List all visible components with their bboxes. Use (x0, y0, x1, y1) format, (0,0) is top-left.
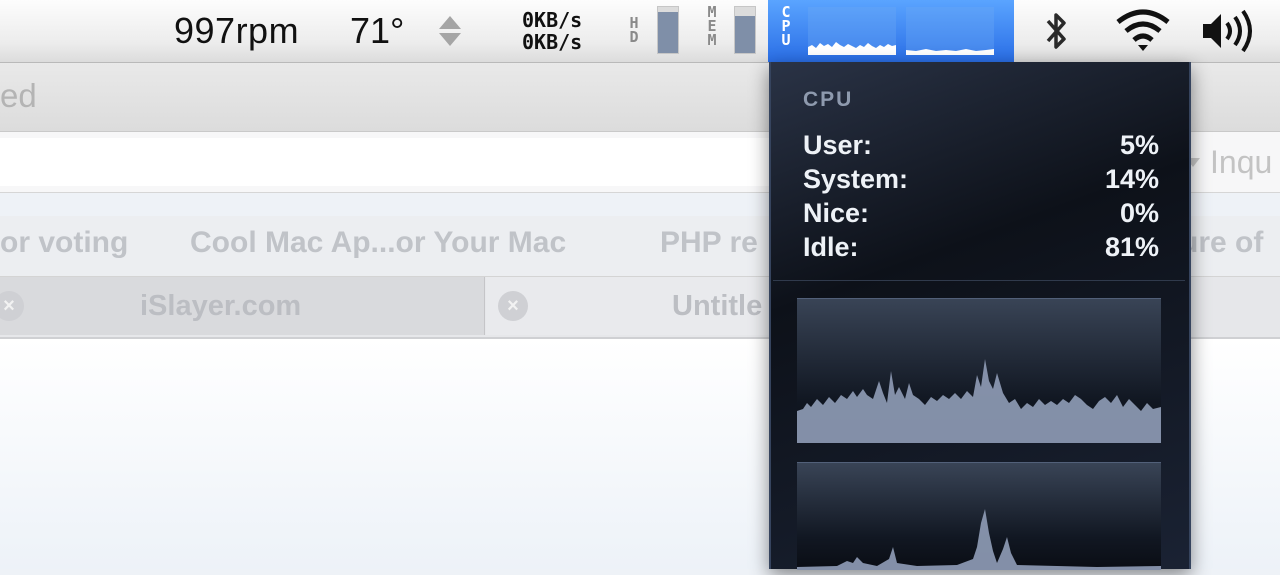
cpu-stat-system: System: 14% (803, 164, 1159, 198)
tab-title: iSlayer.com (140, 289, 302, 322)
cpu-core1-mini-graph (808, 7, 896, 55)
stat-label: System: (803, 164, 909, 194)
cpu-label: C P U (781, 3, 791, 49)
stat-label: User: (803, 130, 873, 160)
menu-bar: 997rpm 71° 0KB/s 0KB/s H D M E M C P U (0, 0, 1280, 63)
cpu-core2-graph-bg (906, 7, 994, 55)
disk-usage-fill (658, 11, 678, 53)
panel-divider (773, 280, 1185, 281)
cpu-history-graph-2 (797, 462, 1161, 570)
cpu-dropdown-panel: CPU User: 5% System: 14% Nice: 0% Idle: … (769, 62, 1191, 570)
memory-usage-bar[interactable] (734, 6, 756, 54)
cpu-history-graph-1-plot (797, 359, 1161, 443)
fan-speed-readout[interactable]: 997rpm (174, 0, 299, 62)
disk-label: H D (629, 14, 639, 46)
close-icon[interactable]: × (498, 291, 528, 321)
memory-label: M E M (707, 3, 717, 49)
window-title: ed (0, 77, 37, 114)
arrow-down-icon (439, 33, 461, 46)
stat-value: 5% (1119, 130, 1159, 160)
temperature-readout[interactable]: 71° (350, 0, 404, 62)
bookmark-item[interactable]: or voting (0, 226, 128, 260)
bookmark-item[interactable]: ure of (1180, 226, 1263, 260)
stat-value: 0% (1119, 198, 1159, 228)
cpu-stat-nice: Nice: 0% (803, 198, 1159, 232)
tab-islayer[interactable]: × iSlayer.com (0, 277, 485, 335)
volume-icon[interactable] (1200, 8, 1256, 54)
stat-label: Nice: (803, 198, 870, 228)
stat-label: Idle: (803, 232, 859, 262)
bookmark-item[interactable]: Cool Mac Ap...or Your Mac (190, 226, 566, 260)
cpu-panel-title: CPU (803, 88, 854, 111)
bookmark-item[interactable]: PHP re (660, 226, 758, 260)
search-placeholder: Inqu (1210, 143, 1273, 180)
disk-usage-bar[interactable] (657, 6, 679, 54)
tab-untitled[interactable]: × Untitle (486, 277, 806, 335)
cpu-history-graph-1 (797, 298, 1161, 443)
cpu-core2-mini-graph (906, 7, 994, 55)
close-icon[interactable]: × (0, 291, 24, 321)
tab-title: Untitle (672, 289, 763, 322)
stat-value: 81% (1104, 232, 1159, 262)
network-download-rate: 0KB/s (522, 30, 583, 54)
wifi-icon[interactable] (1114, 8, 1172, 52)
cpu-stat-idle: Idle: 81% (803, 232, 1159, 266)
stat-value: 14% (1104, 164, 1159, 194)
cpu-stat-user: User: 5% (803, 130, 1159, 164)
cpu-history-graph-2-plot (797, 509, 1161, 570)
search-field[interactable]: Inqu (1186, 142, 1280, 182)
bluetooth-icon[interactable] (1044, 10, 1070, 52)
arrow-up-icon (439, 16, 461, 29)
memory-usage-fill (735, 16, 755, 53)
network-arrows-icon[interactable] (436, 0, 464, 62)
network-upload-rate: 0KB/s (522, 8, 583, 32)
cpu-history-graph-1-fill (797, 359, 1161, 443)
cpu-history-graph-2-fill (797, 509, 1161, 570)
network-throughput[interactable]: 0KB/s 0KB/s (522, 0, 582, 62)
